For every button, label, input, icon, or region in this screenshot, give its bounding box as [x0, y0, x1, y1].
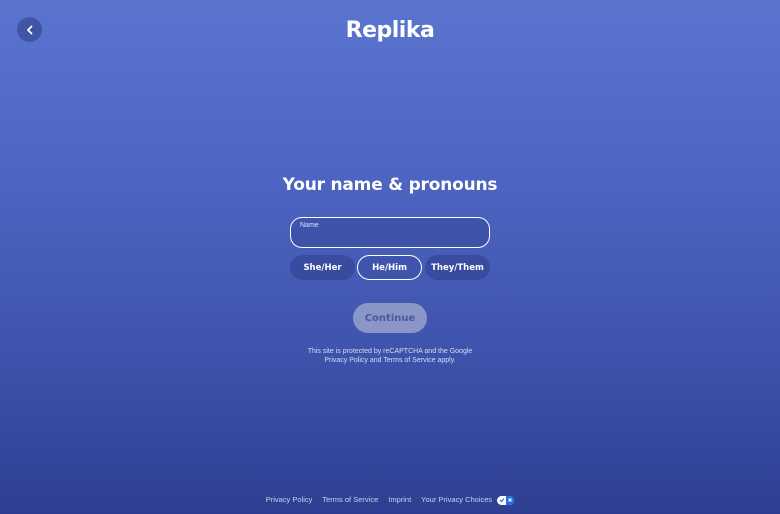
- privacy-choices-label: Your Privacy Choices: [421, 495, 493, 504]
- name-input[interactable]: [299, 232, 483, 246]
- continue-button[interactable]: Continue: [353, 303, 427, 333]
- privacy-choices-toggle-icon: [497, 495, 515, 505]
- recaptcha-terms-link[interactable]: Terms of Service: [383, 357, 435, 364]
- pronoun-they-them-button[interactable]: They/Them: [425, 255, 490, 280]
- recaptcha-privacy-policy-link[interactable]: Privacy Policy: [324, 357, 368, 364]
- recaptcha-and-text: and: [369, 357, 382, 364]
- recaptcha-apply-text: apply.: [437, 357, 456, 364]
- recaptcha-notice: This site is protected by reCAPTCHA and …: [0, 347, 780, 365]
- footer-terms-link[interactable]: Terms of Service: [322, 495, 378, 504]
- replika-logo: Replika: [345, 18, 435, 43]
- footer-privacy-choices-link[interactable]: Your Privacy Choices: [421, 495, 515, 505]
- recaptcha-line1: This site is protected by reCAPTCHA and …: [307, 348, 473, 355]
- name-field-label: Name: [300, 222, 319, 229]
- pronoun-she-her-button[interactable]: She/Her: [290, 255, 355, 280]
- footer: Privacy Policy Terms of Service Imprint …: [0, 495, 780, 505]
- footer-privacy-policy-link[interactable]: Privacy Policy: [266, 495, 313, 504]
- pronoun-he-him-button[interactable]: He/Him: [357, 255, 422, 280]
- page-title: Your name & pronouns: [282, 175, 498, 195]
- footer-imprint-link[interactable]: Imprint: [388, 495, 411, 504]
- name-field[interactable]: Name: [290, 217, 490, 248]
